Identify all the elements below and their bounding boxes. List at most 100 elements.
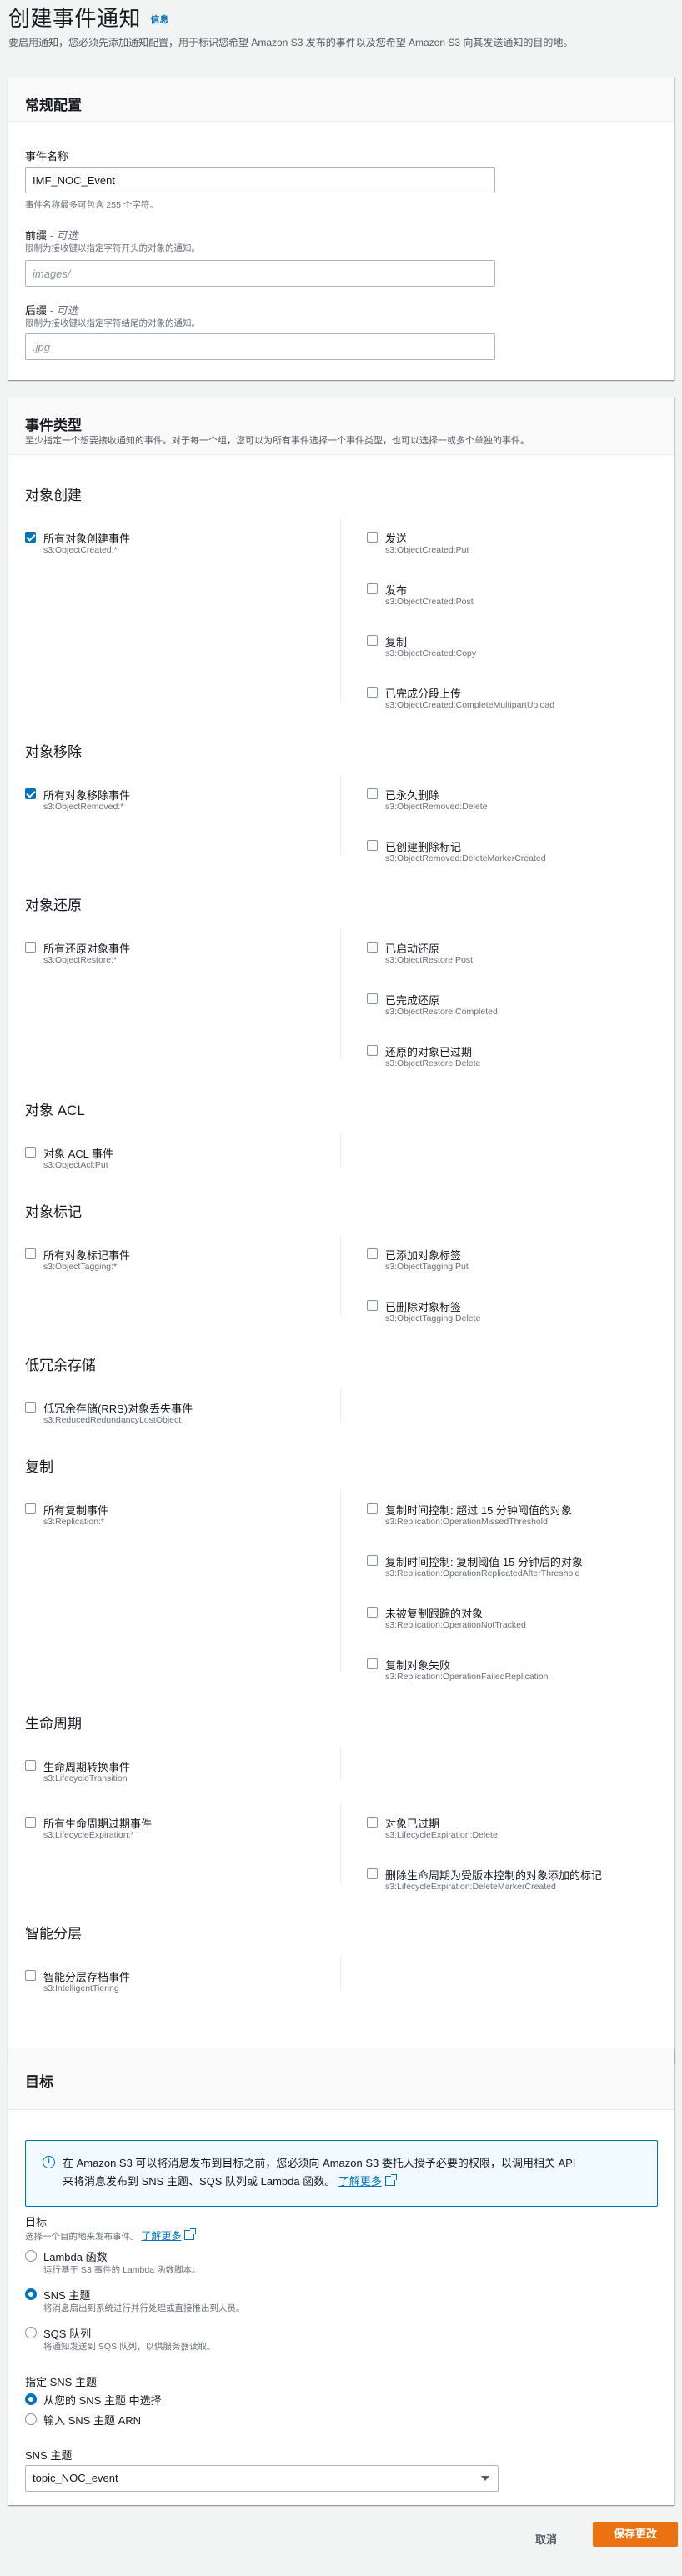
- checkbox-label: 删除生命周期为受版本控制的对象添加的标记: [385, 1869, 603, 1882]
- checkbox[interactable]: [367, 1300, 378, 1311]
- checkbox[interactable]: [367, 583, 378, 594]
- event-code: s3:ObjectRestore:*: [43, 955, 118, 965]
- radio-button[interactable]: [25, 2288, 37, 2300]
- checkbox[interactable]: [367, 635, 378, 646]
- target-learn-more-link[interactable]: 了解更多: [141, 2230, 181, 2242]
- checkbox-label: 所有复制事件: [43, 1504, 109, 1517]
- checkbox[interactable]: [367, 1658, 378, 1669]
- checkbox[interactable]: [367, 993, 378, 1004]
- checkbox[interactable]: [367, 1817, 378, 1828]
- event-code: s3:ObjectCreated:Put: [385, 545, 469, 555]
- event-code: s3:LifecycleTransition: [43, 1773, 128, 1783]
- event-code: s3:ObjectCreated:Post: [385, 597, 474, 607]
- info-icon: i: [43, 2156, 55, 2168]
- info-link[interactable]: 信息: [150, 15, 168, 25]
- panel-header: 事件类型 至少指定一个想要接收通知的事件。对于每一个组，您可以为所有事件选择一个…: [8, 397, 674, 455]
- radio-label: 从您的 SNS 主题 中选择: [43, 2394, 162, 2407]
- learn-more-link[interactable]: 了解更多: [338, 2175, 382, 2188]
- alert-line-2: 来将消息发布到 SNS 主题、SQS 队列或 Lambda 函数。: [63, 2175, 336, 2188]
- event-code: s3:ObjectCreated:CompleteMultipartUpload: [385, 700, 555, 710]
- group-title-intelligent-tiering: 智能分层: [25, 1926, 82, 1942]
- checkbox[interactable]: [367, 942, 378, 953]
- event-code: s3:ObjectRemoved:*: [43, 802, 124, 812]
- radio-button[interactable]: [25, 2250, 37, 2262]
- event-code: s3:Replication:OperationReplicatedAfterT…: [385, 1568, 580, 1578]
- event-code: s3:Replication:OperationNotTracked: [385, 1620, 526, 1630]
- checkbox[interactable]: [367, 1555, 378, 1566]
- external-link-icon: [184, 2228, 197, 2240]
- panel-title: 常规配置: [25, 98, 82, 113]
- prefix-input[interactable]: [25, 260, 495, 287]
- column-divider: [340, 1133, 341, 1167]
- cancel-button[interactable]: 取消: [535, 2531, 557, 2547]
- checkbox[interactable]: [367, 1868, 378, 1879]
- column-divider: [340, 1747, 341, 1780]
- event-types-panel: 事件类型 至少指定一个想要接收通知的事件。对于每一个组，您可以为所有事件选择一个…: [8, 397, 674, 2063]
- checkbox[interactable]: [25, 942, 36, 953]
- checkbox[interactable]: [25, 1147, 36, 1158]
- panel-title: 事件类型: [25, 418, 82, 433]
- checkbox[interactable]: [367, 1607, 378, 1618]
- column-divider: [340, 1803, 341, 1883]
- event-code: s3:Replication:*: [43, 1517, 104, 1527]
- column-divider: [340, 518, 341, 702]
- checkbox[interactable]: [367, 1045, 378, 1056]
- sns-topic-select[interactable]: topic_NOC_event: [25, 2465, 499, 2492]
- checkbox-label: 发送: [385, 533, 408, 545]
- event-code: s3:ObjectTagging:Delete: [385, 1313, 481, 1323]
- column-divider: [340, 1235, 341, 1315]
- checkbox-label: 复制对象失败: [385, 1659, 451, 1672]
- radio-label: SNS 主题: [43, 2289, 91, 2302]
- suffix-label: 后缀 - 可选: [25, 302, 78, 318]
- group-title-lifecycle: 生命周期: [25, 1716, 82, 1732]
- save-button[interactable]: 保存更改: [593, 2522, 678, 2547]
- checkbox-label: 复制时间控制: 超过 15 分钟阈值的对象: [385, 1504, 572, 1517]
- panel-subtitle: 至少指定一个想要接收通知的事件。对于每一个组，您可以为所有事件选择一个事件类型，…: [25, 436, 529, 446]
- checkbox[interactable]: [367, 687, 378, 698]
- event-code: s3:ObjectRemoved:DeleteMarkerCreated: [385, 853, 546, 863]
- event-code: s3:Replication:OperationFailedReplicatio…: [385, 1672, 549, 1682]
- event-name-input[interactable]: [25, 167, 495, 193]
- external-link-icon: [384, 2174, 397, 2186]
- event-code: s3:LifecycleExpiration:DeleteMarkerCreat…: [385, 1882, 556, 1892]
- radio-button[interactable]: [25, 2327, 37, 2338]
- event-code: s3:ObjectRestore:Completed: [385, 1007, 498, 1017]
- checkbox-label: 已创建删除标记: [385, 841, 462, 853]
- checkbox[interactable]: [367, 1503, 378, 1514]
- checkbox[interactable]: [367, 532, 378, 543]
- checkbox[interactable]: [25, 1970, 36, 1981]
- suffix-input[interactable]: [25, 333, 495, 360]
- event-code: s3:ObjectRestore:Delete: [385, 1058, 481, 1068]
- checkbox[interactable]: [25, 788, 36, 799]
- checkbox-label: 已永久删除: [385, 789, 440, 802]
- checkbox-label: 已删除对象标签: [385, 1301, 462, 1313]
- checkbox[interactable]: [25, 1248, 36, 1259]
- checkbox[interactable]: [25, 1503, 36, 1514]
- alert-line-1: 在 Amazon S3 可以将消息发布到目标之前，您必须向 Amazon S3 …: [63, 2157, 576, 2169]
- radio-label: SQS 队列: [43, 2328, 92, 2340]
- group-title-object-restore: 对象还原: [25, 898, 82, 913]
- checkbox[interactable]: [25, 1402, 36, 1413]
- radio-desc: 将消息扇出到系统进行并行处理或直接推出到人员。: [43, 2303, 245, 2313]
- sns-topic-label: SNS 主题: [25, 2449, 73, 2462]
- radio-button[interactable]: [25, 2413, 37, 2425]
- event-code: s3:Replication:OperationMissedThreshold: [385, 1517, 548, 1527]
- panel-title: 目标: [25, 2074, 53, 2090]
- checkbox[interactable]: [367, 1248, 378, 1259]
- checkbox[interactable]: [25, 532, 36, 543]
- radio-button[interactable]: [25, 2393, 37, 2405]
- event-code: s3:LifecycleExpiration:*: [43, 1830, 134, 1840]
- suffix-label-text: 后缀: [25, 304, 48, 317]
- column-divider: [340, 775, 341, 855]
- checkbox-label: 发布: [385, 584, 408, 597]
- checkbox[interactable]: [25, 1817, 36, 1828]
- group-title-object-removed: 对象移除: [25, 744, 82, 760]
- checkbox[interactable]: [367, 840, 378, 851]
- checkbox-label: 已启动还原: [385, 943, 440, 955]
- target-label: 目标: [25, 2216, 48, 2228]
- checkbox[interactable]: [25, 1760, 36, 1771]
- checkbox[interactable]: [367, 788, 378, 799]
- checkbox-label: 生命周期转换事件: [43, 1761, 131, 1773]
- destination-panel: 目标 i 在 Amazon S3 可以将消息发布到目标之前，您必须向 Amazo…: [8, 2048, 674, 2505]
- group-title-object-created: 对象创建: [25, 488, 82, 503]
